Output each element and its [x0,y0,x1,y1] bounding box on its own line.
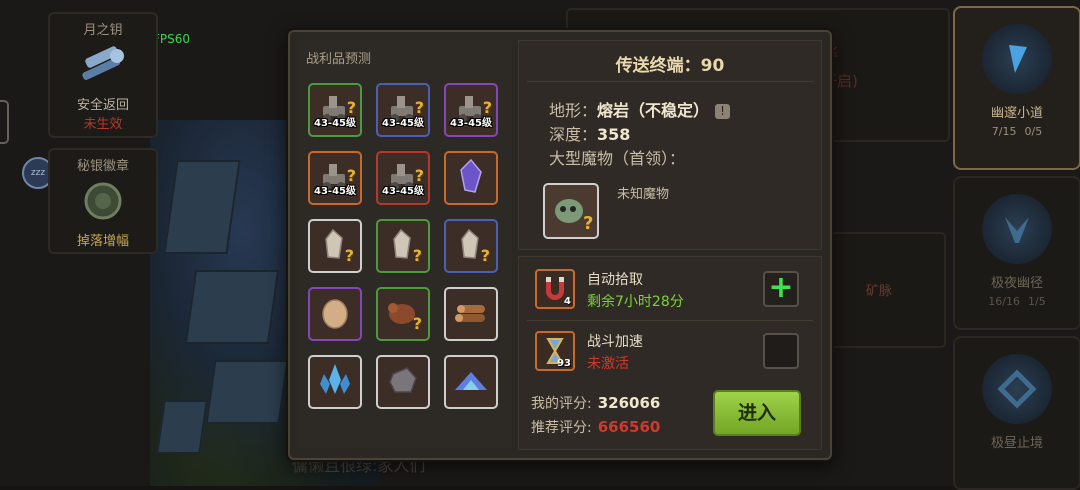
bg-mine-label: 矿脉 [866,284,893,299]
moon-key-card[interactable]: 月之钥 安全返回 未生效 [48,12,158,138]
unknown-mark-icon: ? [344,246,354,265]
terrain-row: 地形：熔岩（不稳定）! [549,97,731,121]
loot-preview-panel: 战利品预测 43-45级? 43-45级? 43-45级? 43-45级? 43-45级… [298,40,512,448]
depth-row: 深度：358 [549,121,630,145]
buff-name: 战斗加速 [587,334,643,350]
egg-icon [315,292,355,336]
my-score-row: 我的评分: 326066 [531,393,660,413]
route-name: 幽邃小道 [990,106,1043,121]
depth-label: 深度： [549,125,598,144]
rock [163,160,241,254]
route-emblem-icon [982,194,1052,264]
unknown-mark-icon: ? [412,314,422,333]
boss-name: 未知魔物 [617,187,670,202]
divider [527,320,813,321]
my-score-label: 我的评分: [531,396,592,412]
buff-status: 剩余7小时28分 [587,294,684,310]
teleport-terminal-title: 传送终端：90 [615,56,725,76]
fps-counter: FPS60 [153,32,191,46]
unknown-mark-icon: ? [480,246,490,265]
purple-crystal-icon [451,156,491,200]
loot-slot[interactable] [444,151,498,205]
loot-slot[interactable] [376,355,430,409]
dungeon-info-panel: 传送终端：90 地形：熔岩（不稳定）! 深度：358 大型魔物（首领）： ? 未… [518,40,822,250]
boss-slot[interactable]: ? [543,183,599,239]
dungeon-entry-dialog: 战利品预测 43-45级? 43-45级? 43-45级? 43-45级? 43-45级… [288,30,832,460]
boss-label: 大型魔物（首领）： [549,149,686,168]
route-stat: 1/5 [1028,295,1046,308]
loot-slot[interactable]: ? [308,219,362,273]
my-score-value: 326066 [597,394,661,412]
route-card-1[interactable]: 幽邃小道 7/15 0/5 [953,6,1080,170]
route-name: 极昼止境 [990,436,1043,451]
divider [527,81,813,82]
blue-powder-icon [451,360,491,404]
stone-ore-icon [383,360,423,404]
combat-speedup-checkbox[interactable] [763,333,799,369]
hourglass-icon: 93 [535,331,575,371]
recommended-score-row: 推荐评分: 666560 [531,417,660,437]
add-auto-pickup-button[interactable]: + [763,271,799,307]
magnet-icon: 4 [535,269,575,309]
svg-text:?: ? [583,213,593,234]
route-emblem-icon [982,354,1052,424]
side-tab-handle[interactable] [0,100,9,144]
mithril-badge-icon [84,182,122,220]
rock [184,270,280,344]
enter-button[interactable]: 进入 [713,390,801,436]
terrain-value: 熔岩（不稳定） [597,101,710,120]
wood-logs-icon [451,292,491,336]
loot-slot[interactable]: 43-45级? [308,83,362,137]
route-card-3[interactable]: 极昼止境 [953,336,1080,490]
route-stat: 0/5 [1024,125,1043,138]
card-subtitle: 掉落增幅 [76,234,129,249]
unknown-mark-icon: ? [482,98,492,117]
loot-title: 战利品预测 [306,52,372,67]
route-stat: 7/15 [991,125,1017,138]
loot-slot[interactable]: ? [444,219,498,273]
terrain-label: 地形： [549,101,598,120]
card-title: 月之钥 [83,23,123,38]
buffs-panel: 4 自动拾取 剩余7小时28分 + 93 战斗加速 未激活 我的评分: 32606… [518,256,822,450]
unknown-mark-icon: ? [346,98,356,117]
blue-crystal-cluster-icon [315,360,355,404]
depth-value: 358 [597,125,631,144]
moon-key-icon [82,46,124,80]
route-name: 极夜幽径 [990,276,1043,291]
loot-slot[interactable]: 43-45级? [376,151,430,205]
warning-icon[interactable]: ! [715,104,731,119]
route-stats: 16/16 1/5 [955,295,1079,308]
recommended-score-value: 666560 [597,418,661,436]
buff-count: 4 [564,296,571,307]
unknown-monster-icon: ? [555,199,593,234]
recommended-score-label: 推荐评分: [531,420,592,436]
buff-name: 自动拾取 [587,272,643,288]
rock [205,360,289,424]
loot-slot[interactable]: ? [376,219,430,273]
card-title: 秘银徽章 [76,159,129,174]
loot-slot[interactable]: 43-45级? [376,83,430,137]
unknown-mark-icon: ? [414,166,424,185]
loot-slot[interactable] [308,355,362,409]
unknown-mark-icon: ? [346,166,356,185]
route-stats: 7/15 0/5 [955,125,1079,138]
loot-slot[interactable] [308,287,362,341]
card-subtitle: 安全返回 [76,98,129,113]
unknown-mark-icon: ? [412,246,422,265]
unknown-mark-icon: ? [414,98,424,117]
route-stat: 16/16 [988,295,1020,308]
loot-slot[interactable]: 43-45级? [308,151,362,205]
mithril-badge-card[interactable]: 秘银徽章 掉落增幅 [48,148,158,254]
loot-slot[interactable] [444,355,498,409]
route-emblem-icon [982,24,1052,94]
rock [156,400,208,454]
route-card-2[interactable]: 极夜幽径 16/16 1/5 [953,176,1080,330]
loot-slot[interactable] [444,287,498,341]
loot-slot[interactable]: ? [376,287,430,341]
buff-count: 93 [557,358,571,369]
loot-slot[interactable]: 43-45级? [444,83,498,137]
card-status: 未生效 [83,117,123,132]
buff-status: 未激活 [587,356,629,372]
